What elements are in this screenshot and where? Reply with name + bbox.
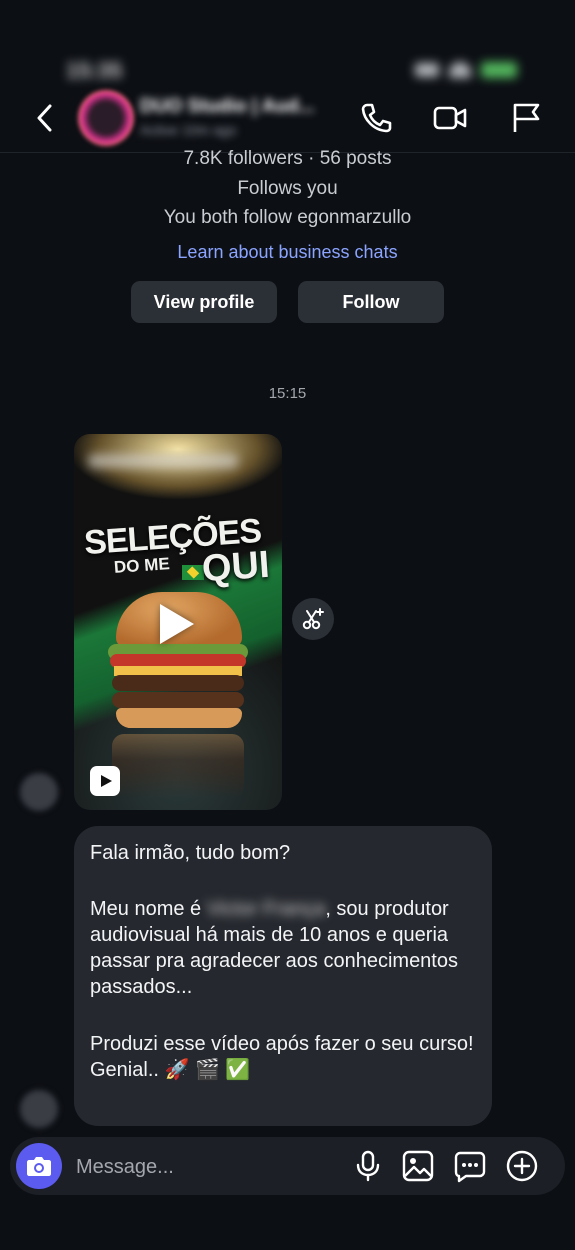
voice-message-button[interactable]	[350, 1148, 386, 1184]
remix-button[interactable]	[292, 598, 334, 640]
message-bubble[interactable]: Fala irmão, tudo bom? Meu nome é Victor …	[74, 826, 492, 1126]
report-button[interactable]	[508, 100, 544, 136]
message-timestamp: 15:15	[268, 385, 307, 402]
video-call-button[interactable]	[432, 100, 468, 136]
sticker-button[interactable]	[452, 1148, 488, 1184]
message-paragraph: Produzi esse vídeo após fazer o seu curs…	[90, 1033, 474, 1055]
mutual-follow-label: You both follow egonmarzullo	[163, 207, 412, 228]
image-icon	[402, 1150, 434, 1182]
wifi-icon	[449, 62, 471, 78]
status-time: 15:35	[66, 58, 123, 83]
sender-avatar[interactable]	[20, 1090, 58, 1128]
reel-icon	[90, 766, 120, 796]
shared-reel-video[interactable]: SELEÇÕES DO ME QUI	[74, 434, 282, 810]
reel-title-bottom-left: DO ME	[113, 554, 171, 577]
chat-header: DUO Studio | Aud... Active 10m ago	[0, 86, 575, 153]
camera-icon	[27, 1157, 51, 1176]
burger-patty	[112, 692, 244, 708]
message-input[interactable]	[74, 1151, 338, 1183]
follows-you-label: Follows you	[237, 178, 338, 199]
message-line: Genial.. 🚀 🎬 ✅	[90, 1059, 251, 1081]
burger-patty	[112, 675, 244, 691]
play-icon[interactable]	[160, 604, 194, 644]
brazil-flag-graphic	[182, 565, 204, 580]
follow-button[interactable]: Follow	[298, 281, 444, 323]
video-camera-icon	[433, 106, 467, 130]
chevron-left-icon	[37, 104, 52, 132]
camera-button[interactable]	[16, 1143, 62, 1189]
back-button[interactable]	[30, 102, 62, 134]
message-composer	[10, 1137, 565, 1195]
view-profile-button[interactable]: View profile	[131, 281, 277, 323]
microphone-icon	[356, 1150, 380, 1182]
gallery-button[interactable]	[400, 1148, 436, 1184]
header-name[interactable]: DUO Studio | Aud...	[140, 96, 315, 118]
signal-icon	[415, 63, 439, 77]
header-active-status: Active 10m ago	[140, 122, 237, 138]
header-avatar[interactable]	[78, 90, 134, 146]
burger-reflection	[112, 734, 244, 798]
phone-icon	[361, 103, 392, 133]
more-options-button[interactable]	[504, 1148, 540, 1184]
burger-bun-bottom	[116, 708, 242, 728]
message-text: Meu nome é	[90, 898, 207, 920]
message-paragraph: Meu nome é Victor França, sou produtor a…	[90, 896, 476, 1000]
redacted-name: Victor França	[206, 898, 326, 920]
message-line: Fala irmão, tudo bom?	[90, 842, 291, 864]
plus-circle-icon	[506, 1150, 538, 1182]
scissors-sparkle-icon	[302, 608, 324, 630]
sender-avatar[interactable]	[20, 773, 58, 811]
reel-title-bottom-right: QUI	[200, 543, 271, 591]
chat-bubble-icon	[454, 1151, 486, 1183]
profile-stats: 7.8K followers · 56 posts	[183, 148, 392, 169]
flag-icon	[513, 103, 540, 132]
status-bar: 15:35	[0, 28, 575, 83]
status-icons	[415, 62, 517, 78]
reel-author-blurred	[88, 454, 238, 468]
learn-business-chats-link[interactable]: Learn about business chats	[0, 242, 575, 263]
call-button[interactable]	[358, 100, 394, 136]
battery-icon	[481, 62, 517, 78]
